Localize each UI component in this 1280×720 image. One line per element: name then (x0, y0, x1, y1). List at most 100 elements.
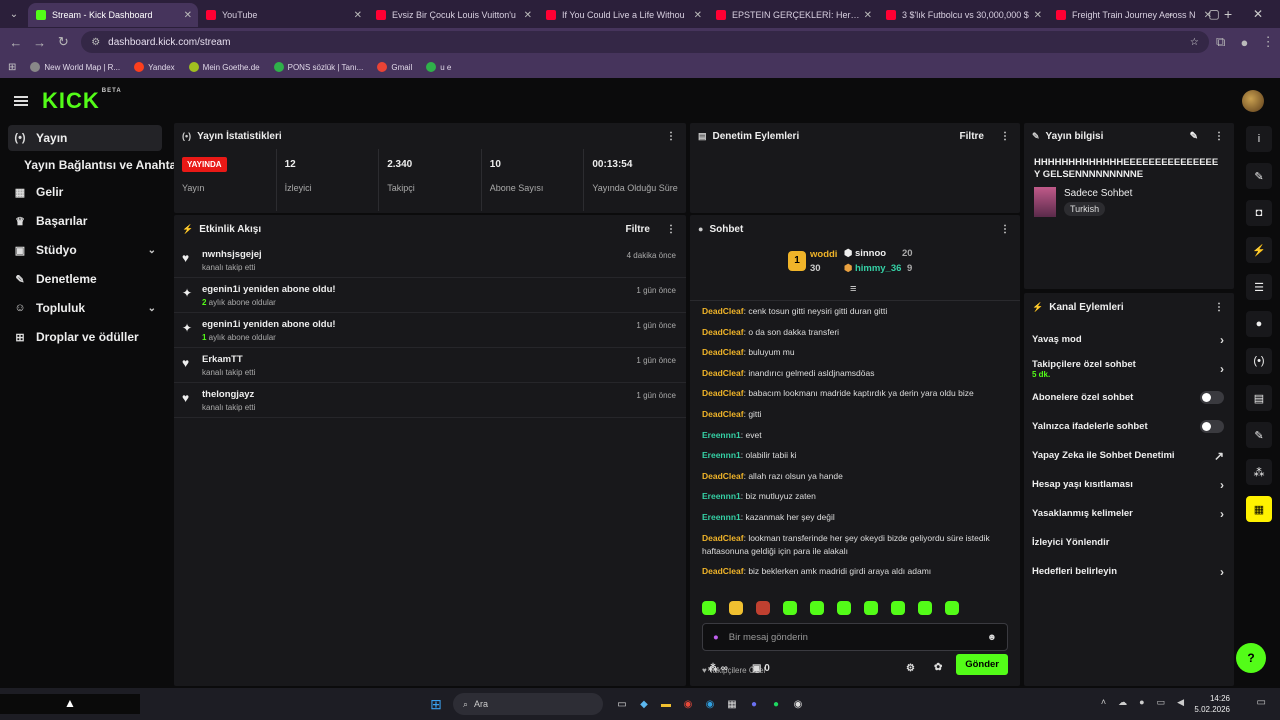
emote-icon[interactable] (891, 601, 905, 615)
task-view-icon[interactable]: ▭ (611, 693, 633, 715)
chevron-right-icon[interactable]: › (1220, 565, 1224, 579)
bolt-icon[interactable]: ⚡ (1246, 237, 1272, 263)
external-link-icon[interactable]: ↗ (1214, 449, 1224, 463)
emote-icon[interactable] (702, 601, 716, 615)
chevron-down-icon[interactable]: ⌄ (148, 303, 156, 314)
kick-logo[interactable]: KICK BETA (42, 88, 122, 114)
browser-tab[interactable]: Evsiz Bir Çocuk Louis Vuitton'u ✕ (368, 3, 538, 27)
info-icon[interactable]: i (1246, 126, 1272, 152)
settings-icon[interactable]: ⚙ (906, 663, 915, 674)
chat-username[interactable]: DeadCleaf (702, 327, 744, 337)
browser-app-icon[interactable]: ◉ (787, 693, 809, 715)
expand-icon[interactable]: ≡ (850, 283, 856, 295)
url-field[interactable]: ⚙ dashboard.kick.com/stream ☆ (81, 31, 1209, 53)
chevron-down-icon[interactable]: ⌄ (148, 245, 156, 256)
browser-tab[interactable]: Stream - Kick Dashboard ✕ (28, 3, 198, 27)
display-icon[interactable]: ▭ (1157, 697, 1166, 708)
chat-bubble-icon[interactable]: ● (1246, 311, 1272, 337)
bookmark-item[interactable]: u e (426, 62, 451, 72)
close-tab-icon[interactable]: ✕ (864, 10, 872, 21)
user-avatar[interactable] (1242, 90, 1264, 112)
chevron-right-icon[interactable]: › (1220, 362, 1224, 376)
chat-username[interactable]: DeadCleaf (702, 471, 744, 481)
emote-icon[interactable] (756, 601, 770, 615)
toggle-switch[interactable] (1200, 420, 1224, 433)
menu-icon[interactable] (14, 96, 28, 106)
filter-button[interactable]: Filtre (626, 224, 650, 235)
close-tab-icon[interactable]: ✕ (1034, 10, 1042, 21)
browser-tab[interactable]: If You Could Live a Life Withou ✕ (538, 3, 708, 27)
minimize-icon[interactable]: – (1148, 7, 1192, 21)
channel-action-row[interactable]: Yavaş mod › (1024, 325, 1234, 354)
points-icon[interactable]: ▣ 0 (752, 663, 770, 674)
bookmark-star-icon[interactable]: ☆ (1190, 37, 1199, 48)
bookmark-item[interactable]: Mein Goethe.de (188, 62, 260, 72)
chevron-right-icon[interactable]: › (1220, 333, 1224, 347)
chat-username[interactable]: Ereennn1 (702, 450, 741, 460)
emoji-icon[interactable]: ☻ (987, 632, 997, 643)
notifications-icon[interactable]: ▭ (1257, 697, 1266, 708)
bookmark-item[interactable]: PONS sözlük | Tanı... (273, 62, 363, 72)
emote-icon[interactable] (864, 601, 878, 615)
close-tab-icon[interactable]: ✕ (524, 10, 532, 21)
sidebar-item[interactable]: (•) Yayın (8, 125, 162, 151)
chat-input[interactable]: ● Bir mesaj gönderin ☻ (702, 623, 1008, 651)
sidebar-item[interactable]: ▣ Stüdyo ⌄ (8, 237, 162, 263)
send-button[interactable]: Gönder (956, 654, 1008, 675)
volume-icon[interactable]: ◀ (1177, 697, 1184, 708)
chat-username[interactable]: DeadCleaf (702, 533, 744, 543)
discord-icon[interactable]: ● (743, 693, 765, 715)
channel-action-row[interactable]: Abonelere özel sohbet (1024, 383, 1234, 412)
browser-tab[interactable]: YouTube ✕ (198, 3, 368, 27)
sidebar-item[interactable]: ☺ Topluluk ⌄ (8, 295, 162, 321)
spotify-icon[interactable]: ● (765, 693, 787, 715)
pencil-icon[interactable]: ✎ (1246, 163, 1272, 189)
mic-icon[interactable]: ● (1139, 697, 1144, 708)
windows-start-icon[interactable]: ⊞ (425, 693, 447, 715)
more-icon[interactable]: ⋮ (1214, 302, 1224, 313)
chat-username[interactable]: DeadCleaf (702, 566, 744, 576)
bookmark-item[interactable]: Yandex (134, 62, 175, 72)
tray-chevron-icon[interactable]: ˄ (1101, 697, 1106, 708)
list-icon[interactable]: ☰ (1246, 274, 1272, 300)
gift-icon[interactable]: ▤ (1246, 385, 1272, 411)
more-icon[interactable]: ⋮ (1000, 131, 1010, 142)
emote-icon[interactable] (945, 601, 959, 615)
maximize-icon[interactable]: ▢ (1192, 7, 1236, 21)
sidebar-item[interactable]: ♛ Başarılar (8, 208, 162, 234)
camera-icon[interactable]: ◘ (1246, 200, 1272, 226)
tab-search-chevron-icon[interactable]: ⌄ (0, 9, 28, 20)
chrome-icon[interactable]: ◉ (677, 693, 699, 715)
chat-username[interactable]: DeadCleaf (702, 388, 744, 398)
extensions-icon[interactable]: ⧉ (1209, 34, 1233, 50)
more-icon[interactable]: ⋮ (666, 131, 676, 142)
close-tab-icon[interactable]: ✕ (694, 10, 702, 21)
chevron-right-icon[interactable]: › (1220, 507, 1224, 521)
forward-icon[interactable]: → (28, 35, 52, 50)
copilot-icon[interactable]: ◆ (633, 693, 655, 715)
profile-icon[interactable]: ● (1233, 35, 1257, 50)
cloud-icon[interactable]: ☁ (1118, 697, 1127, 708)
reload-icon[interactable]: ↻ (51, 34, 75, 50)
chat-username[interactable]: DeadCleaf (702, 347, 744, 357)
apps-grid-icon[interactable]: ⊞ (8, 62, 16, 73)
toggle-switch[interactable] (1200, 391, 1224, 404)
chat-username[interactable]: DeadCleaf (702, 368, 744, 378)
channel-action-row[interactable]: Hesap yaşı kısıtlaması › (1024, 470, 1234, 499)
sidebar-item[interactable]: ⊞ Droplar ve ödüller (8, 324, 162, 350)
clapper-icon[interactable]: ▦ (1246, 496, 1272, 522)
rewards-icon[interactable]: ⁂ (1246, 459, 1272, 485)
emote-icon[interactable] (810, 601, 824, 615)
rewards-icon[interactable]: ⁂ ∞ (708, 663, 728, 674)
chat-username[interactable]: Ereennn1 (702, 491, 741, 501)
chat-username[interactable]: Ereennn1 (702, 512, 741, 522)
more-icon[interactable]: ⋮ (666, 224, 676, 235)
help-button[interactable]: ? (1236, 643, 1266, 673)
site-info-icon[interactable]: ⚙ (91, 37, 100, 48)
broadcast-icon[interactable]: (•) (1246, 348, 1272, 374)
pinned-icon[interactable]: ✿ (934, 662, 942, 673)
bookmark-item[interactable]: Gmail (377, 62, 412, 72)
emote-icon[interactable] (918, 601, 932, 615)
close-tab-icon[interactable]: ✕ (184, 10, 192, 21)
chat-username[interactable]: Ereennn1 (702, 430, 741, 440)
